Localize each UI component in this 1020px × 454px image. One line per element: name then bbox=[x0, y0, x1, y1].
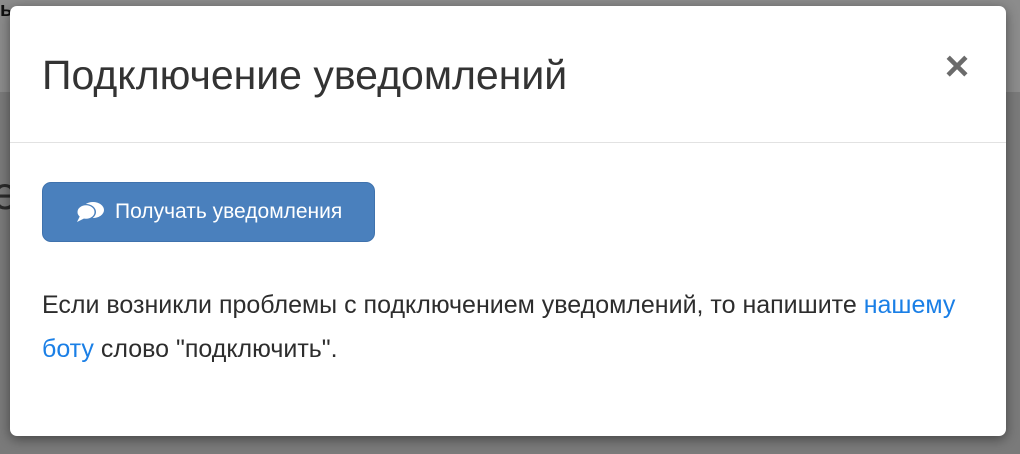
help-text-before-link: Если возникли проблемы с подключением ув… bbox=[42, 291, 864, 319]
modal-header: Подключение уведомлений × bbox=[10, 6, 1006, 143]
help-text: Если возникли проблемы с подключением ув… bbox=[42, 283, 972, 371]
enable-notifications-button[interactable]: Получать уведомления bbox=[42, 182, 376, 242]
enable-notifications-label: Получать уведомления bbox=[115, 200, 343, 223]
help-text-after-link: слово "подключить". bbox=[93, 335, 338, 363]
comments-icon bbox=[75, 200, 105, 224]
close-button[interactable]: × bbox=[940, 45, 974, 87]
close-icon: × bbox=[944, 42, 970, 89]
modal-title: Подключение уведомлений bbox=[42, 52, 568, 98]
notifications-modal: Подключение уведомлений × Получать уведо… bbox=[10, 6, 1006, 436]
